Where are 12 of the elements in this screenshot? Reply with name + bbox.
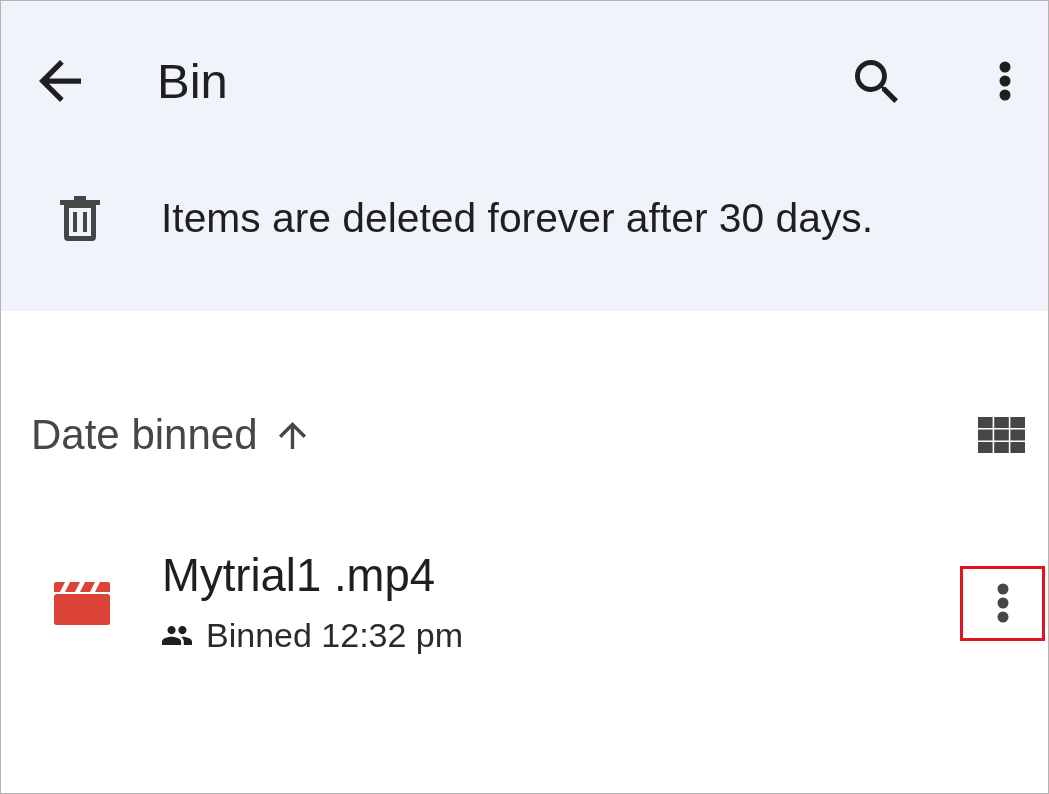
more-icon[interactable] — [996, 583, 1009, 623]
notice-text: Items are deleted forever after 30 days. — [161, 194, 874, 243]
more-icon[interactable] — [999, 61, 1011, 101]
sort-button[interactable]: Date binned — [31, 409, 306, 461]
page-title: Bin — [157, 53, 228, 110]
search-icon[interactable] — [855, 59, 898, 103]
trash-icon — [60, 195, 100, 241]
file-detail: Binned 12:32 pm — [206, 615, 464, 656]
grid-icon[interactable] — [978, 417, 1025, 453]
back-icon[interactable] — [39, 60, 81, 102]
file-name[interactable]: Mytrial1 .mp4 — [162, 549, 960, 603]
clapperboard-icon — [54, 581, 110, 625]
